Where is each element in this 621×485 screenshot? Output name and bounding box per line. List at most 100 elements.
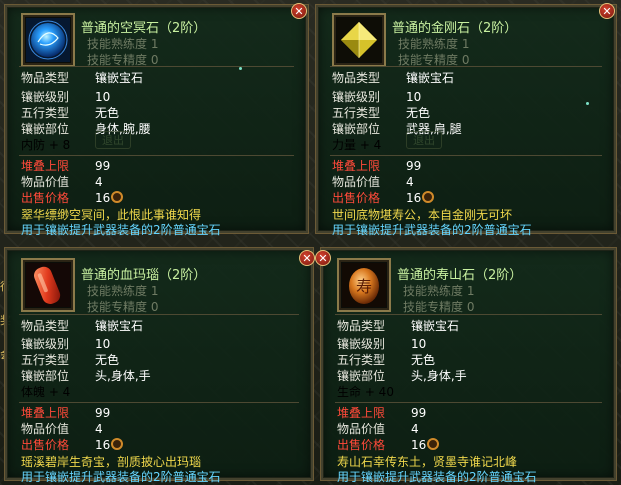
stack-limit-value: 99: [95, 159, 111, 173]
close-button[interactable]: ✕: [299, 250, 315, 266]
inlay-level-value: 10: [95, 337, 111, 351]
inlay-level-value: 10: [95, 90, 111, 104]
stack-limit-value: 99: [95, 406, 111, 420]
item-usage: 用于镶嵌提升武器装备的2阶普通宝石: [332, 223, 532, 237]
inlay-slot-label: 镶嵌部位: [21, 369, 70, 383]
stack-limit-value: 99: [406, 159, 422, 173]
divider: [19, 155, 294, 156]
inlay-level-label: 镶嵌级别: [337, 337, 386, 351]
stack-limit-label: 堆叠上限: [21, 159, 70, 173]
stat-bonus: 体魄 + 4: [21, 385, 71, 399]
inlay-level-row: 镶嵌级别 10: [332, 89, 421, 105]
inlay-level-label: 镶嵌级别: [21, 337, 70, 351]
skill-proficiency: 技能熟练度 1: [403, 284, 475, 298]
sparkle: [586, 102, 589, 105]
item-worth-row: 物品价值 4: [332, 174, 414, 190]
element-type-label: 五行类型: [332, 106, 381, 120]
item-type-value: 镶嵌宝石: [95, 71, 144, 85]
inlay-slot-label: 镶嵌部位: [21, 122, 70, 136]
element-type-label: 五行类型: [21, 353, 70, 367]
element-type-value: 无色: [406, 106, 431, 120]
inlay-slot-row: 镶嵌部位 头,身体,手: [337, 368, 467, 384]
element-type-row: 五行类型 无色: [337, 352, 435, 368]
item-title: 普通的空冥石（2阶）: [81, 21, 207, 36]
sell-price-label: 出售价格: [21, 438, 70, 452]
exit-button: 退出: [406, 131, 442, 149]
element-type-row: 五行类型 无色: [21, 352, 119, 368]
skill-proficiency: 技能熟练度 1: [87, 37, 159, 51]
item-type-label: 物品类型: [337, 319, 386, 333]
element-type-row: 五行类型 无色: [21, 105, 119, 121]
sell-price-label: 出售价格: [332, 191, 381, 205]
item-worth-value: 4: [411, 422, 419, 436]
stack-limit-row: 堆叠上限 99: [332, 158, 421, 174]
blue-orb-gem-icon: [21, 13, 75, 67]
item-tooltip-shoushanshi: 寿 普通的寿山石（2阶） 技能熟练度 1 技能专精度 0 ✕ 物品类型 镶嵌宝石 …: [315, 247, 617, 484]
inlay-level-label: 镶嵌级别: [21, 90, 70, 104]
skill-mastery: 技能专精度 0: [403, 300, 475, 314]
item-worth-label: 物品价值: [332, 175, 381, 189]
inlay-slot-value: 头,身体,手: [95, 369, 151, 383]
divider: [19, 314, 299, 315]
shoushan-stone-gem-icon: 寿: [337, 258, 391, 312]
element-type-label: 五行类型: [21, 106, 70, 120]
coin-icon: [422, 191, 435, 203]
inlay-slot-label: 镶嵌部位: [332, 122, 381, 136]
item-usage: 用于镶嵌提升武器装备的2阶普通宝石: [337, 470, 537, 484]
item-type-row: 物品类型 镶嵌宝石: [332, 70, 454, 86]
item-worth-label: 物品价值: [21, 422, 70, 436]
inlay-level-row: 镶嵌级别 10: [21, 336, 110, 352]
item-worth-label: 物品价值: [21, 175, 70, 189]
stack-limit-label: 堆叠上限: [21, 406, 70, 420]
yellow-diamond-gem-icon: [332, 13, 386, 67]
element-type-value: 无色: [411, 353, 436, 367]
sell-price-row: 出售价格 16: [21, 437, 124, 453]
inlay-slot-value: 头,身体,手: [411, 369, 467, 383]
item-type-label: 物品类型: [21, 71, 70, 85]
stack-limit-row: 堆叠上限 99: [21, 405, 110, 421]
inlay-slot-row: 镶嵌部位 头,身体,手: [21, 368, 151, 384]
close-button[interactable]: ✕: [291, 3, 307, 19]
skill-proficiency: 技能熟练度 1: [398, 37, 470, 51]
divider: [335, 402, 602, 403]
coin-icon: [427, 438, 440, 450]
item-title: 普通的血玛瑙（2阶）: [81, 268, 207, 283]
element-type-label: 五行类型: [337, 353, 386, 367]
inlay-level-value: 10: [411, 337, 427, 351]
coin-icon: [111, 191, 124, 203]
sell-price-value: 16: [95, 191, 111, 205]
divider: [330, 66, 602, 67]
stack-limit-label: 堆叠上限: [332, 159, 381, 173]
item-usage: 用于镶嵌提升武器装备的2阶普通宝石: [21, 223, 221, 237]
item-type-row: 物品类型 镶嵌宝石: [21, 70, 143, 86]
item-tooltip-xuemanao: 普通的血玛瑙（2阶） 技能熟练度 1 技能专精度 0 ✕ 物品类型 镶嵌宝石 镶嵌…: [4, 247, 315, 484]
sell-price-value: 16: [411, 438, 427, 452]
item-worth-value: 4: [95, 175, 103, 189]
sell-price-label: 出售价格: [337, 438, 386, 452]
item-worth-value: 4: [95, 422, 103, 436]
divider: [19, 402, 299, 403]
divider: [335, 314, 602, 315]
sell-price-value: 16: [406, 191, 422, 205]
red-agate-gem-icon: [21, 258, 75, 312]
item-tooltip-jingangshi: 普通的金刚石（2阶） 技能熟练度 1 技能专精度 0 ✕ 物品类型 镶嵌宝石 镶嵌…: [315, 3, 617, 237]
sparkle: [239, 67, 242, 70]
stone-glyph: 寿: [356, 277, 372, 296]
inlay-level-label: 镶嵌级别: [332, 90, 381, 104]
skill-mastery: 技能专精度 0: [87, 300, 159, 314]
item-type-row: 物品类型 镶嵌宝石: [21, 318, 143, 334]
exit-button: 退出: [95, 131, 131, 149]
close-button[interactable]: ✕: [315, 250, 331, 266]
item-worth-label: 物品价值: [337, 422, 386, 436]
stack-limit-label: 堆叠上限: [337, 406, 386, 420]
item-worth-row: 物品价值 4: [21, 174, 103, 190]
stat-bonus: 生命 + 40: [337, 385, 394, 399]
item-worth-row: 物品价值 4: [21, 421, 103, 437]
inlay-slot-label: 镶嵌部位: [337, 369, 386, 383]
close-button[interactable]: ✕: [599, 3, 615, 19]
sell-price-row: 出售价格 16: [332, 190, 435, 206]
stat-bonus: 力量 + 4: [332, 138, 382, 152]
element-type-value: 无色: [95, 353, 120, 367]
sell-price-value: 16: [95, 438, 111, 452]
item-title: 普通的寿山石（2阶）: [397, 268, 523, 283]
